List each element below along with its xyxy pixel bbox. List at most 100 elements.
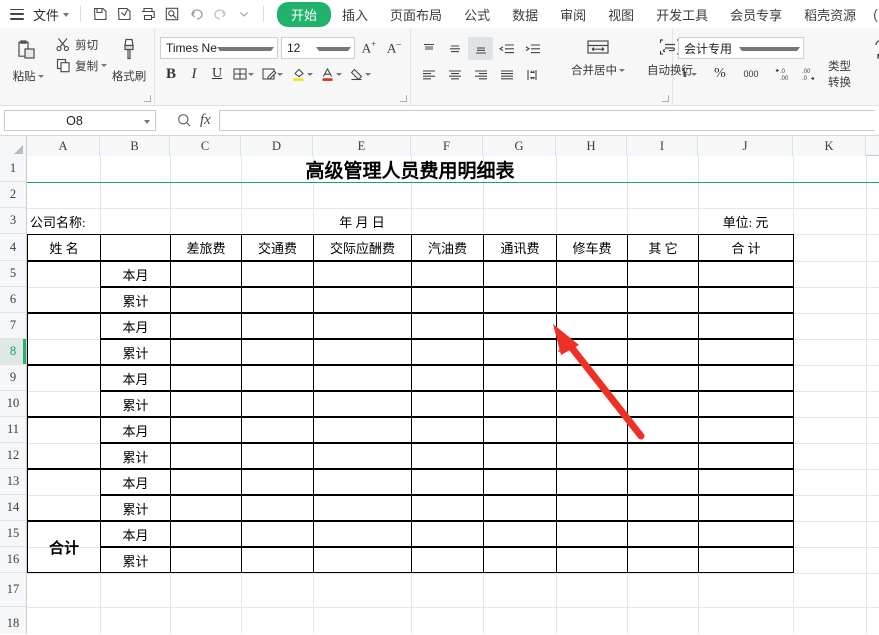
cell-fuel[interactable] <box>411 339 484 365</box>
cell-car-repair[interactable] <box>556 443 628 469</box>
select-all-corner[interactable] <box>0 136 27 156</box>
cell-other[interactable] <box>627 313 699 339</box>
cell-fuel[interactable] <box>411 365 484 391</box>
cell-other[interactable] <box>627 391 699 417</box>
date-label[interactable]: 年 月 日 <box>313 208 411 234</box>
cell-fuel[interactable] <box>411 547 484 573</box>
period-cell[interactable]: 累计 <box>100 495 171 521</box>
cell-communication[interactable] <box>483 495 557 521</box>
cell-entertainment[interactable] <box>313 521 412 547</box>
cell-communication[interactable] <box>483 521 557 547</box>
cell-entertainment[interactable] <box>313 261 412 287</box>
cell-fuel[interactable] <box>411 261 484 287</box>
align-center-button[interactable] <box>442 63 467 86</box>
format-painter-button[interactable]: 格式刷 <box>109 32 149 84</box>
row-header-7[interactable]: 7 <box>0 313 27 339</box>
row-header-4[interactable]: 4 <box>0 234 27 261</box>
justify-button[interactable] <box>494 63 519 86</box>
row-header-9[interactable]: 9 <box>0 365 27 391</box>
customize-chevron-icon[interactable] <box>232 3 256 25</box>
cell-travel[interactable] <box>170 339 242 365</box>
name-block-4[interactable] <box>27 417 101 469</box>
column-header-F[interactable]: F <box>411 136 483 156</box>
company-name-label[interactable]: 公司名称: <box>28 208 168 234</box>
italic-button[interactable]: I <box>183 63 205 85</box>
row-header-8[interactable]: 8 <box>0 339 27 365</box>
cell-entertainment[interactable] <box>313 417 412 443</box>
cell-travel[interactable] <box>170 469 242 495</box>
period-cell[interactable]: 本月 <box>100 365 171 391</box>
cell-communication[interactable] <box>483 313 557 339</box>
cell-travel[interactable] <box>170 521 242 547</box>
cell-transport[interactable] <box>241 417 314 443</box>
period-cell[interactable]: 累计 <box>100 339 171 365</box>
cell-car-repair[interactable] <box>556 365 628 391</box>
cell-other[interactable] <box>627 521 699 547</box>
period-cell[interactable]: 本月 <box>100 417 171 443</box>
period-cell[interactable]: 累计 <box>100 391 171 417</box>
underline-button[interactable]: U <box>206 63 228 85</box>
cell-travel[interactable] <box>170 547 242 573</box>
cell-other[interactable] <box>627 287 699 313</box>
unit-label[interactable]: 单位: 元 <box>698 208 793 234</box>
cell-other[interactable] <box>627 417 699 443</box>
cell-transport[interactable] <box>241 521 314 547</box>
cell-communication[interactable] <box>483 469 557 495</box>
cell-communication[interactable] <box>483 261 557 287</box>
header-fuel[interactable]: 汽油费 <box>411 234 484 261</box>
cell-entertainment[interactable] <box>313 313 412 339</box>
period-cell[interactable]: 累计 <box>100 547 171 573</box>
row-header-11[interactable]: 11 <box>0 417 27 443</box>
cell-travel[interactable] <box>170 391 242 417</box>
column-header-G[interactable]: G <box>483 136 556 156</box>
period-cell[interactable]: 本月 <box>100 521 171 547</box>
clear-format-icon[interactable] <box>345 63 373 85</box>
cell-total[interactable] <box>698 391 794 417</box>
percent-format-button[interactable]: % <box>709 63 731 85</box>
cell-car-repair[interactable] <box>556 521 628 547</box>
period-cell[interactable]: 本月 <box>100 313 171 339</box>
cell-other[interactable] <box>627 365 699 391</box>
cell-total[interactable] <box>698 443 794 469</box>
cell-entertainment[interactable] <box>313 287 412 313</box>
row-header-10[interactable]: 10 <box>0 391 27 417</box>
increase-decimal-button[interactable]: .00 .0 <box>798 63 820 85</box>
merge-center-button[interactable]: 合并居中 <box>569 32 627 78</box>
header-entertainment[interactable]: 交际应酬费 <box>313 234 412 261</box>
undo-icon[interactable] <box>184 3 208 25</box>
align-right-button[interactable] <box>468 63 493 86</box>
cell-travel[interactable] <box>170 365 242 391</box>
column-header-K[interactable]: K <box>793 136 866 156</box>
column-header-J[interactable]: J <box>698 136 793 156</box>
cell-total[interactable] <box>698 495 794 521</box>
cell-travel[interactable] <box>170 287 242 313</box>
cell-transport[interactable] <box>241 287 314 313</box>
font-color-icon[interactable] <box>316 63 344 85</box>
tab-formula[interactable]: 公式 <box>453 2 501 27</box>
cut-button[interactable]: 剪切 <box>53 35 109 54</box>
tab-docer-resources[interactable]: 稻壳资源 <box>793 2 867 27</box>
sheet-title[interactable]: 高级管理人员费用明细表 <box>27 156 793 182</box>
type-convert-label[interactable]: 类型转换 <box>828 63 854 85</box>
align-top-button[interactable] <box>416 37 441 60</box>
cell-car-repair[interactable] <box>556 469 628 495</box>
cell-entertainment[interactable] <box>313 495 412 521</box>
cell-communication[interactable] <box>483 287 557 313</box>
decrease-decimal-button[interactable]: .0 .00 <box>771 63 793 85</box>
period-cell[interactable]: 本月 <box>100 469 171 495</box>
cell-other[interactable] <box>627 469 699 495</box>
cell-car-repair[interactable] <box>556 417 628 443</box>
cell-fuel[interactable] <box>411 417 484 443</box>
borders-icon[interactable] <box>229 63 257 85</box>
cell-other[interactable] <box>627 547 699 573</box>
row-header-17[interactable]: 17 <box>0 573 27 607</box>
cell-travel[interactable] <box>170 417 242 443</box>
tab-start[interactable]: 开始 <box>277 2 331 27</box>
alignment-dialog-launcher-icon[interactable] <box>662 95 669 102</box>
cell-entertainment[interactable] <box>313 339 412 365</box>
align-left-button[interactable] <box>416 63 441 86</box>
align-bottom-button[interactable] <box>468 37 493 60</box>
type-convert-button[interactable] <box>866 32 879 62</box>
header-name[interactable]: 姓 名 <box>27 234 101 261</box>
help-circle-icon[interactable]: ( <box>873 6 878 22</box>
